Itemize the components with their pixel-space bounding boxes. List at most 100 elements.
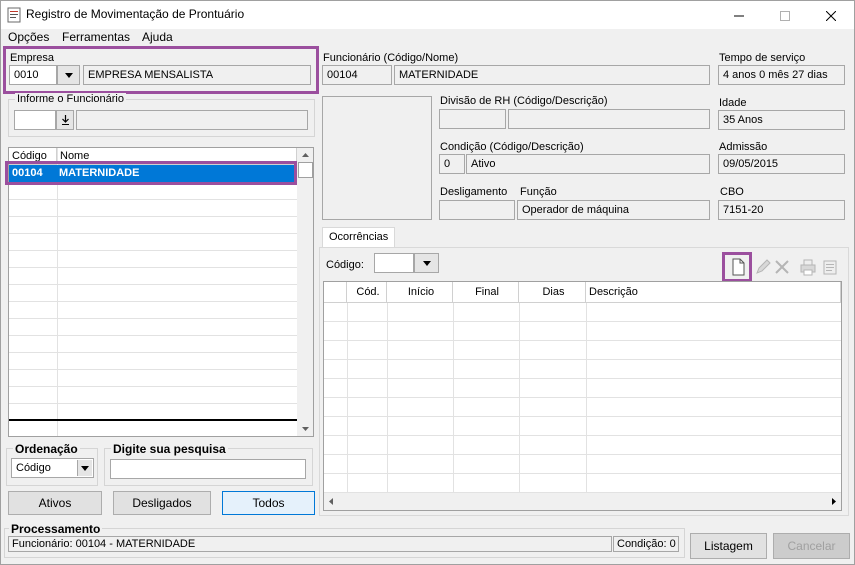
scroll-thumb[interactable] (298, 162, 313, 178)
grid-col-line (586, 303, 587, 493)
desligamento-field (439, 200, 515, 220)
grid-col-line (387, 303, 388, 493)
maximize-icon (780, 11, 790, 22)
ocorrencias-grid-header: Cód. Início Final Dias Descrição (324, 282, 841, 303)
grid-row-line (9, 403, 297, 404)
grid-col-line (57, 148, 58, 436)
status-funcionario: Funcionário: 00104 - MATERNIDADE (8, 536, 612, 552)
grid-col-line (347, 303, 348, 493)
grid-row-line (324, 340, 841, 341)
funcionario-codigo-field: 00104 (322, 65, 392, 85)
ordenacao-value: Código (16, 462, 51, 474)
funcionarios-grid-header: Código Nome (9, 148, 297, 165)
pesquisa-label: Digite sua pesquisa (111, 442, 228, 456)
grid-row-line (324, 321, 841, 322)
informe-search-button[interactable] (56, 110, 74, 130)
ocorrencias-codigo-field[interactable] (374, 253, 414, 273)
funcionario-label: Funcionário (Código/Nome) (323, 52, 459, 64)
delete-icon (775, 260, 789, 274)
chevron-down-icon (423, 261, 431, 266)
funcionarios-scrollbar[interactable] (297, 148, 313, 436)
tempo-servico-field: 4 anos 0 mês 27 dias (718, 65, 845, 85)
scroll-down-icon (302, 427, 309, 431)
scroll-right-icon (832, 498, 836, 505)
menu-bar: Opções Ferramentas Ajuda (1, 29, 854, 47)
scroll-left-icon (329, 498, 333, 505)
cancelar-button[interactable]: Cancelar (773, 533, 850, 559)
idade-label: Idade (719, 97, 747, 109)
grid-row-line (324, 378, 841, 379)
menu-opcoes[interactable]: Opções (8, 30, 49, 44)
grid-row-line (9, 352, 297, 353)
admissao-field: 09/05/2015 (718, 154, 845, 174)
condicao-descricao-field: Ativo (466, 154, 710, 174)
edit-pencil-icon (756, 259, 771, 274)
desligamento-label: Desligamento (440, 186, 508, 198)
row-nome: MATERNIDADE (59, 167, 140, 179)
todos-button[interactable]: Todos (222, 491, 315, 515)
grid-col-line (519, 303, 520, 493)
grid-row-line (9, 250, 297, 251)
photo-placeholder (322, 96, 432, 220)
divisao-rh-label: Divisão de RH (Código/Descrição) (440, 95, 608, 107)
cbo-field: 7151-20 (718, 200, 845, 220)
menu-ferramentas[interactable]: Ferramentas (62, 30, 130, 44)
ordenacao-select[interactable]: Código (11, 458, 94, 478)
row-codigo: 00104 (12, 167, 43, 179)
ordenacao-label: Ordenação (13, 442, 80, 456)
divisao-rh-codigo-field (439, 109, 506, 129)
ocorrencias-h-scrollbar[interactable] (324, 493, 841, 510)
ocorrencias-grid: Cód. Início Final Dias Descrição (323, 281, 842, 511)
cbo-label: CBO (720, 186, 744, 198)
maximize-button[interactable] (762, 1, 808, 29)
admissao-label: Admissão (719, 141, 768, 153)
scroll-up-icon (302, 153, 309, 157)
col-header-inicio[interactable]: Início (387, 282, 453, 303)
processamento-label: Processamento (9, 522, 103, 536)
chevron-down-icon (81, 466, 89, 471)
grid-col-line (453, 303, 454, 493)
ocorrencias-codigo-dropdown[interactable] (414, 253, 439, 273)
grid-row-line (324, 454, 841, 455)
col-header-descricao[interactable]: Descrição (586, 282, 841, 303)
grid-row-line (324, 359, 841, 360)
document-icon (7, 7, 21, 23)
condicao-codigo-field: 0 (439, 154, 465, 174)
close-button[interactable] (808, 1, 854, 29)
listagem-button[interactable]: Listagem (690, 533, 767, 559)
chevron-down-icon (65, 73, 73, 78)
ordenacao-dropdown[interactable] (77, 460, 92, 476)
desligados-button[interactable]: Desligados (113, 491, 211, 515)
col-header-codigo[interactable]: Código (9, 148, 57, 165)
pesquisa-input[interactable] (110, 459, 306, 479)
empresa-dropdown-button[interactable] (57, 65, 80, 85)
grid-row-line (9, 335, 297, 336)
informe-codigo-field[interactable] (14, 110, 56, 130)
arrow-down-icon (62, 115, 69, 125)
grid-row-line (324, 435, 841, 436)
new-document-icon[interactable] (728, 257, 748, 277)
window-title: Registro de Movimentação de Prontuário (26, 7, 245, 21)
ativos-button[interactable]: Ativos (8, 491, 102, 515)
empresa-nome-field: EMPRESA MENSALISTA (83, 65, 311, 85)
minimize-button[interactable] (716, 1, 762, 29)
grid-row-line (324, 473, 841, 474)
main-window: Registro de Movimentação de Prontuário O… (0, 0, 855, 565)
col-header-dias[interactable]: Dias (519, 282, 586, 303)
tab-ocorrencias[interactable]: Ocorrências (322, 227, 396, 248)
empresa-label: Empresa (10, 52, 55, 64)
col-header-nome[interactable]: Nome (57, 148, 297, 165)
informe-nome-field (76, 110, 308, 130)
col-header-indicator (324, 282, 347, 303)
informe-label: Informe o Funcionário (15, 93, 126, 105)
menu-ajuda[interactable]: Ajuda (142, 30, 173, 44)
col-header-final[interactable]: Final (453, 282, 519, 303)
grid-row-line (9, 216, 297, 217)
table-row[interactable]: 00104 MATERNIDADE (9, 165, 297, 182)
grid-row-line (324, 416, 841, 417)
tempo-servico-label: Tempo de serviço (719, 52, 806, 64)
empresa-codigo-field[interactable]: 0010 (9, 65, 57, 85)
grid-row-line (324, 397, 841, 398)
col-header-cod[interactable]: Cód. (347, 282, 387, 303)
close-icon (825, 10, 837, 22)
